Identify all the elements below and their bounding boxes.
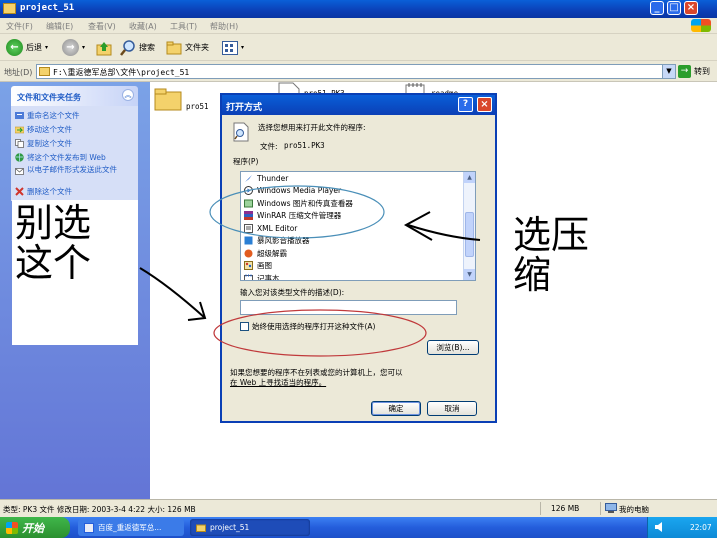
- windows-logo-icon: [6, 521, 18, 534]
- system-tray: 22:07: [647, 517, 717, 538]
- taskbar-item-label: project_51: [210, 523, 250, 532]
- taskbar: 开始 百度_重返德军总... project_51 22:07: [0, 517, 717, 538]
- annotation-left-arrow: [139, 267, 206, 319]
- status-info: 类型: PK3 文件 修改日期: 2003-3-4 4:22 大小: 126 M…: [3, 505, 196, 514]
- annotation-overlay: [139, 185, 481, 357]
- browser-icon: [84, 522, 94, 533]
- volume-icon[interactable]: [654, 521, 666, 533]
- start-label: 开始: [22, 521, 44, 535]
- folder-icon: [196, 524, 206, 532]
- status-location: 我的电脑: [619, 505, 649, 514]
- taskbar-item-label: 百度_重返德军总...: [98, 523, 162, 532]
- annotation-red-ellipse: [213, 309, 427, 357]
- status-separator: [600, 502, 601, 515]
- taskbar-item-browser[interactable]: 百度_重返德军总...: [78, 519, 184, 536]
- status-separator: [540, 502, 541, 515]
- status-size: 126 MB: [551, 504, 580, 513]
- clock: 22:07: [690, 523, 712, 532]
- my-computer-icon: [605, 503, 617, 513]
- start-button[interactable]: 开始: [0, 517, 70, 538]
- status-bar: 类型: PK3 文件 修改日期: 2003-3-4 4:22 大小: 126 M…: [0, 499, 717, 517]
- taskbar-item-explorer[interactable]: project_51: [190, 519, 310, 536]
- annotation-blue-ellipse: [209, 185, 385, 239]
